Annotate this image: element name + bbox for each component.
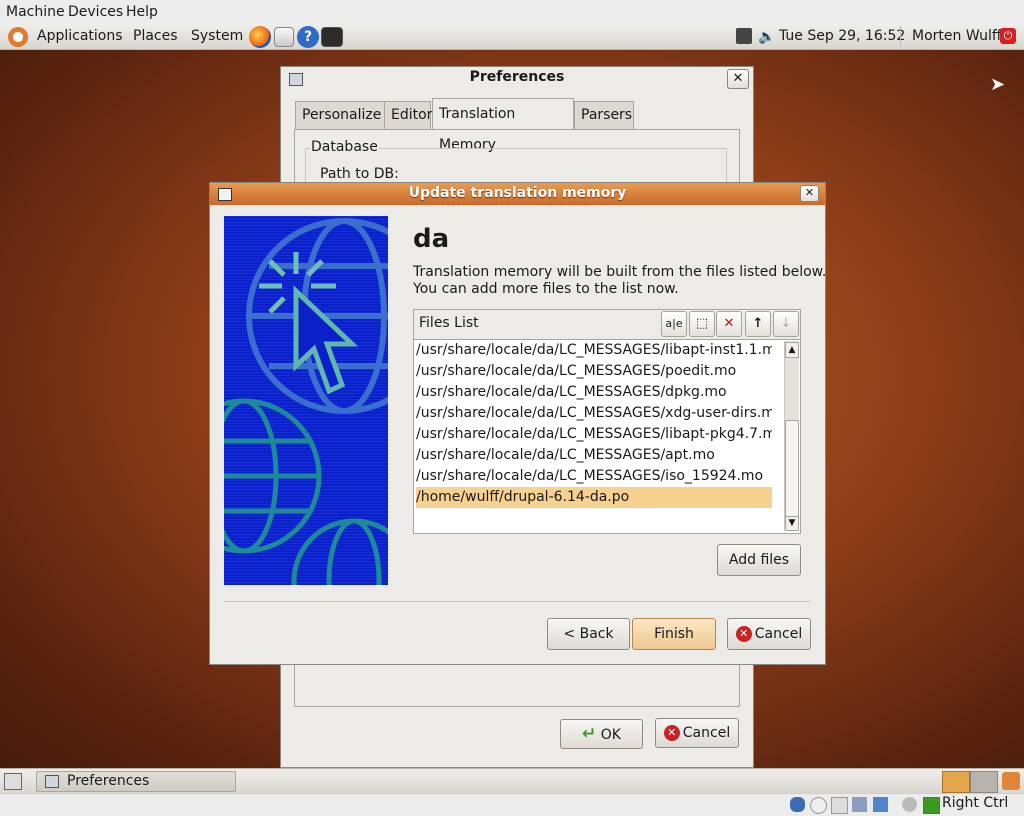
menu-devices[interactable]: Devices: [68, 4, 123, 20]
ubuntu-logo-icon: [8, 27, 28, 47]
bottom-panel: Preferences: [0, 768, 1024, 794]
cd-icon[interactable]: [810, 797, 827, 814]
workspace-1[interactable]: [942, 771, 970, 793]
top-panel: Applications Places System ? 🔈 Tue Sep 2…: [0, 24, 1024, 50]
wizard-globe-image: [224, 216, 388, 585]
tab-personalize[interactable]: Personalize: [295, 101, 386, 129]
network-icon[interactable]: [736, 28, 752, 44]
list-item-selected[interactable]: /home/wulff/drupal-6.14-da.po: [416, 487, 772, 508]
workspace-2[interactable]: [970, 771, 998, 793]
mouse-integration-icon[interactable]: [902, 797, 917, 812]
preferences-cancel-button[interactable]: ✕ Cancel: [655, 718, 739, 748]
host-key-label: Right Ctrl: [942, 795, 1009, 811]
list-item[interactable]: /usr/share/locale/da/LC_MESSAGES/xdg-use…: [416, 403, 772, 424]
delete-item-icon[interactable]: ✕: [716, 311, 742, 337]
user-name[interactable]: Morten Wulff: [912, 28, 1002, 44]
places-menu[interactable]: Places: [133, 28, 178, 44]
taskbar-preferences-label: Preferences: [67, 773, 150, 789]
taskbar-window-icon: [45, 775, 59, 788]
preferences-cancel-label: Cancel: [682, 725, 731, 741]
back-button[interactable]: < Back: [547, 618, 630, 650]
dialog-description-line2: You can add more files to the list now.: [413, 281, 679, 297]
scroll-thumb[interactable]: [785, 420, 799, 517]
ok-arrow-icon: ↵: [582, 724, 597, 744]
menu-machine[interactable]: Machine: [6, 4, 65, 20]
path-to-db-label: Path to DB:: [320, 166, 399, 182]
tab-parsers[interactable]: Parsers: [574, 101, 634, 129]
dialog-cancel-button[interactable]: ✕ Cancel: [727, 618, 811, 650]
dialog-description-line1: Translation memory will be built from th…: [413, 264, 827, 280]
show-desktop-icon[interactable]: [4, 773, 22, 790]
vm-statusbar: [0, 793, 1024, 816]
list-item[interactable]: /usr/share/locale/da/LC_MESSAGES/dpkg.mo: [416, 382, 772, 403]
floppy-icon[interactable]: [831, 797, 848, 814]
add-files-button[interactable]: Add files: [717, 544, 801, 576]
taskbar-preferences[interactable]: Preferences: [36, 771, 236, 792]
dialog-titlebar[interactable]: Update translation memory ✕: [210, 183, 825, 205]
finish-button[interactable]: Finish: [632, 618, 716, 650]
vm-menubar: Machine Devices Help: [0, 0, 1024, 25]
files-list-label: Files List: [419, 315, 479, 331]
move-down-icon: ↓: [773, 311, 799, 337]
firefox-icon[interactable]: [249, 26, 271, 48]
move-up-icon[interactable]: ↑: [745, 311, 771, 337]
ok-label: OK: [600, 727, 621, 743]
menu-help[interactable]: Help: [126, 4, 158, 20]
applications-menu[interactable]: Applications: [37, 28, 123, 44]
list-item[interactable]: /usr/share/locale/da/LC_MESSAGES/poedit.…: [416, 361, 772, 382]
dialog-cancel-icon: ✕: [735, 626, 752, 642]
scroll-up-icon[interactable]: ▲: [785, 342, 799, 358]
dialog-separator: [224, 601, 810, 602]
dialog-close-icon[interactable]: ✕: [800, 185, 819, 202]
host-key-icon: [923, 797, 940, 814]
preferences-titlebar[interactable]: Preferences ✕: [281, 67, 753, 93]
shared-folder-icon[interactable]: [873, 797, 888, 812]
dialog-cancel-label: Cancel: [754, 626, 803, 642]
list-item[interactable]: /usr/share/locale/da/LC_MESSAGES/apt.mo: [416, 445, 772, 466]
help-icon[interactable]: ?: [297, 26, 319, 48]
volume-icon[interactable]: 🔈: [758, 29, 775, 45]
dialog-heading: da: [413, 224, 450, 254]
terminal-icon[interactable]: [321, 27, 343, 47]
tab-translation-memory[interactable]: Translation Memory: [432, 98, 574, 153]
mail-icon[interactable]: [274, 27, 294, 47]
clock[interactable]: Tue Sep 29, 16:52: [779, 28, 905, 44]
close-icon[interactable]: ✕: [727, 69, 749, 89]
list-item[interactable]: /usr/share/locale/da/LC_MESSAGES/libapt-…: [416, 340, 772, 361]
hard-disk-icon[interactable]: [790, 797, 805, 812]
panel-separator: [900, 26, 901, 47]
cancel-icon: ✕: [663, 725, 680, 741]
trash-icon[interactable]: [1002, 772, 1020, 790]
preferences-title: Preferences: [469, 69, 565, 85]
list-item[interactable]: /usr/share/locale/da/LC_MESSAGES/libapt-…: [416, 424, 772, 445]
shutdown-icon[interactable]: ⏻: [1000, 28, 1016, 44]
list-item[interactable]: /usr/share/locale/da/LC_MESSAGES/iso_159…: [416, 466, 772, 487]
dialog-title: Update translation memory: [408, 185, 627, 201]
ok-button[interactable]: ↵ OK: [560, 719, 643, 749]
mouse-cursor-icon: ➤: [990, 74, 1006, 95]
scroll-down-icon[interactable]: ▼: [785, 516, 799, 531]
database-section-label: Database: [310, 139, 379, 155]
network-adapter-icon[interactable]: [852, 797, 867, 812]
new-item-icon[interactable]: ⬚: [689, 311, 715, 337]
edit-item-icon[interactable]: a|e: [661, 311, 687, 337]
tab-editor[interactable]: Editor: [384, 101, 432, 129]
system-menu[interactable]: System: [191, 28, 243, 44]
